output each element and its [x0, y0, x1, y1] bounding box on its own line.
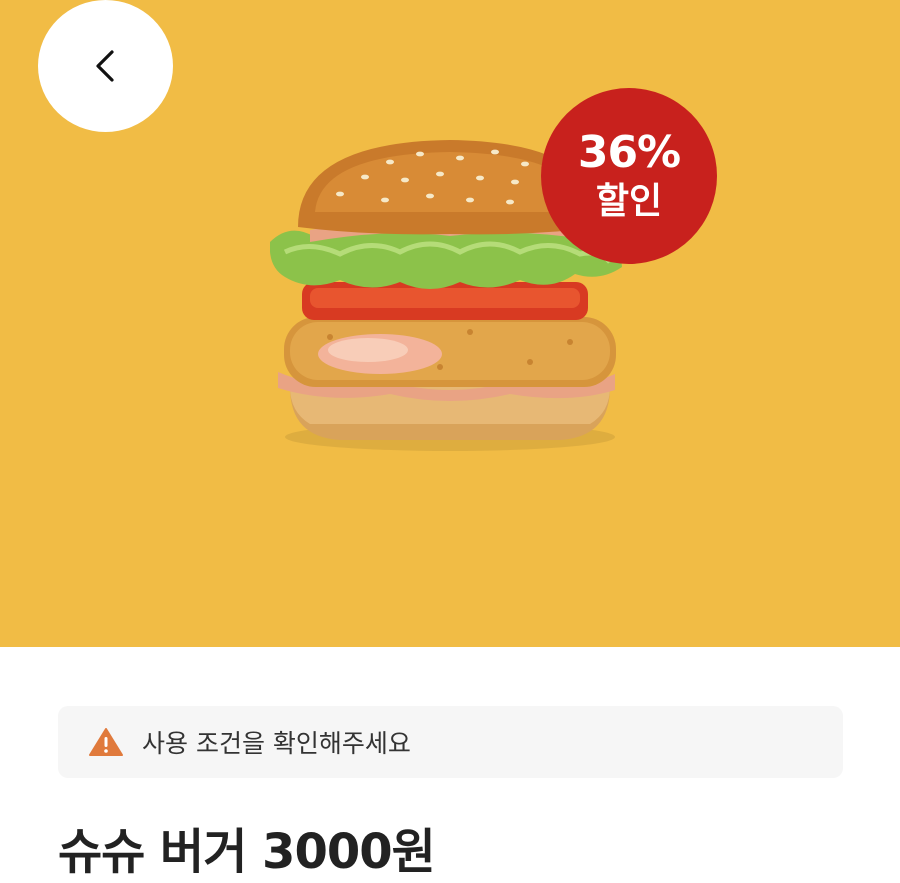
discount-label: 할인: [595, 181, 663, 222]
notice-text: 사용 조건을 확인해주세요: [142, 729, 411, 758]
discount-percent: 36%: [577, 127, 681, 178]
coupon-page: 36% 할인 사용 조건을 확인해주세요 슈슈 버거 3000원: [0, 0, 900, 883]
product-title: 슈슈 버거 3000원: [58, 824, 436, 880]
warning-icon: [88, 727, 124, 757]
usage-conditions-notice[interactable]: 사용 조건을 확인해주세요: [58, 706, 843, 778]
chevron-left-icon: [95, 50, 114, 82]
product-hero: 36% 할인: [0, 0, 900, 647]
discount-badge: 36% 할인: [541, 88, 717, 264]
back-button[interactable]: [38, 0, 173, 132]
